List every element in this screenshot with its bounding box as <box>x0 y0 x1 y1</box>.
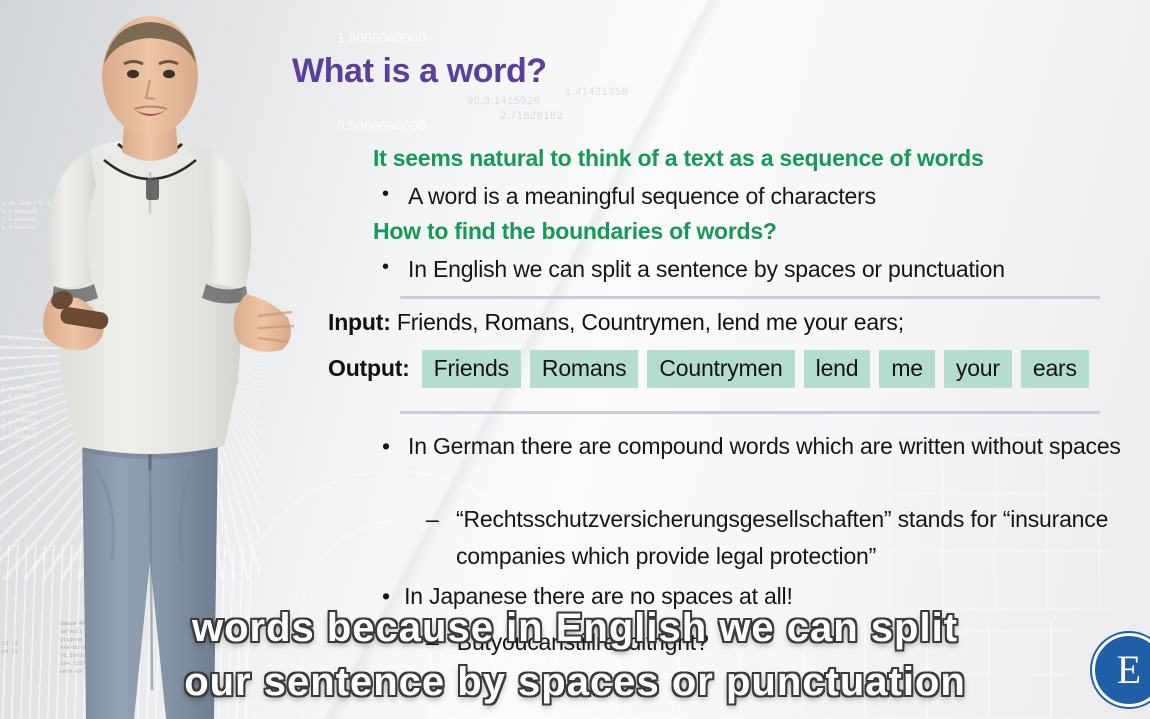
bullet-dot-icon: • <box>382 433 390 459</box>
institution-logo-letter: E <box>1116 647 1142 692</box>
output-token: Romans <box>529 350 639 389</box>
background-number-5: 1.41421356 <box>565 86 629 98</box>
background-number-1: 1.5000000000 <box>337 30 427 45</box>
subbullet-german-example: – “Rechtsschutzversicherungsgesellschaft… <box>426 501 1150 575</box>
bullet-english-split-label: In English we can split a sentence by sp… <box>408 256 1005 282</box>
input-value: Friends, Romans, Countrymen, lend me you… <box>396 309 904 335</box>
output-token: Friends <box>421 350 521 389</box>
subbullet-japanese-example-label: Butyoucanstillreaditright? <box>456 629 709 655</box>
heading-word-boundaries: How to find the boundaries of words? <box>373 218 777 244</box>
bullet-dot-icon: • <box>382 183 389 205</box>
background-number-4: 2.71828182 <box>500 110 564 122</box>
lecture-slide: 1.5000000000 0.5000000000 90,3.1415926 2… <box>0 0 1150 719</box>
input-example-row: Input: Friends, Romans, Countrymen, lend… <box>328 309 904 336</box>
background-number-2: 0.5000000000 <box>337 118 427 133</box>
input-label: Input: <box>328 309 391 335</box>
output-token: lend <box>803 350 871 389</box>
dash-bullet-icon: – <box>426 506 439 532</box>
heading-sequence-of-words: It seems natural to think of a text as a… <box>373 145 984 171</box>
bullet-japanese-no-spaces: • In Japanese there are no spaces at all… <box>382 578 793 615</box>
video-frame: 0.44 1008 F°C 1 K 2.0891128 L 0.9430015 … <box>0 0 1150 719</box>
bullet-german-compounds: • In German there are compound words whi… <box>382 428 1142 465</box>
output-token-list: Friends Romans Countrymen lend me your ears <box>421 350 1098 389</box>
bullet-word-definition-label: A word is a meaningful sequence of chara… <box>408 183 876 209</box>
bullet-dot-icon: • <box>382 583 390 609</box>
bullet-japanese-no-spaces-label: In Japanese there are no spaces at all! <box>404 583 793 609</box>
background-number-3: 90,3.1415926 <box>467 95 541 107</box>
slide-title: What is a word? <box>292 52 547 90</box>
subbullet-german-example-label: “Rechtsschutzversicherungsgesellschaften… <box>456 506 1109 569</box>
bullet-dot-icon: • <box>382 256 389 278</box>
subbullet-japanese-example: – Butyoucanstillreaditright? <box>426 624 709 661</box>
divider-top <box>400 296 1100 299</box>
bullet-german-compounds-label: In German there are compound words which… <box>408 433 1121 459</box>
divider-bottom <box>400 411 1100 414</box>
bullet-english-split: • In English we can split a sentence by … <box>382 254 1005 285</box>
output-token: Countrymen <box>647 350 795 389</box>
output-token: me <box>879 350 935 389</box>
output-label: Output: <box>328 355 410 381</box>
output-example-row: Output: Friends Romans Countrymen lend me you… <box>328 350 1098 389</box>
output-token: your <box>943 350 1012 389</box>
output-token: ears <box>1020 350 1089 389</box>
bullet-word-definition: • A word is a meaningful sequence of cha… <box>382 181 876 212</box>
dash-bullet-icon: – <box>426 629 439 655</box>
